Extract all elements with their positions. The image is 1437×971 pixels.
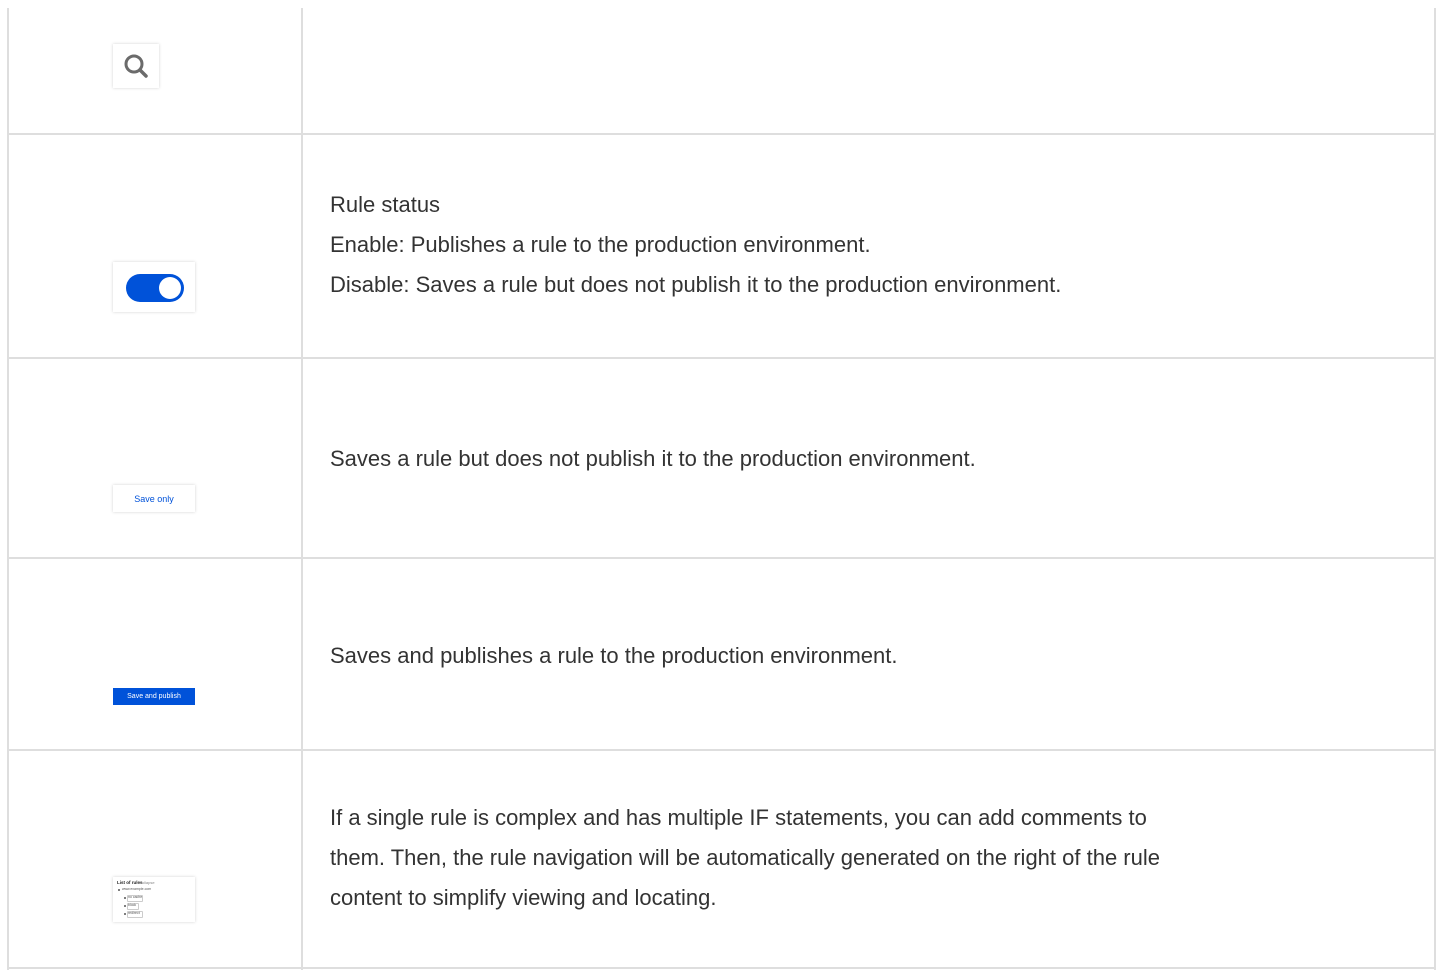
search-icon — [124, 54, 148, 78]
toggle-knob — [159, 277, 181, 299]
rules-list-item[interactable]: www.example.com — [122, 887, 151, 891]
rule-navigation-thumbnail: List of rules Collapse www.example.com n… — [113, 877, 195, 922]
bullet-icon — [124, 913, 126, 915]
description-line: If a single rule is complex and has mult… — [330, 805, 1147, 830]
bullet-icon — [124, 897, 126, 899]
table-column-divider — [301, 8, 303, 970]
table-border-left — [7, 8, 9, 970]
bullet-icon — [124, 905, 126, 907]
description-line: Enable: Publishes a rule to the producti… — [330, 232, 871, 257]
row-divider — [7, 357, 1436, 359]
rule-status-toggle[interactable] — [126, 274, 184, 302]
row-description: Saves a rule but does not publish it to … — [330, 439, 1390, 479]
rules-list-item[interactable]: block — [128, 903, 136, 907]
bullet-icon — [118, 889, 120, 891]
description-line: Saves a rule but does not publish it to … — [330, 446, 976, 471]
description-line: Disable: Saves a rule but does not publi… — [330, 272, 1062, 297]
row-description: Saves and publishes a rule to the produc… — [330, 636, 1390, 676]
rules-list-item[interactable]: no cache — [128, 895, 142, 899]
save-only-button[interactable]: Save only — [113, 485, 195, 512]
description-line: them. Then, the rule navigation will be … — [330, 845, 1160, 870]
rule-status-toggle-preview — [113, 262, 195, 312]
row-description: If a single rule is complex and has mult… — [330, 798, 1390, 918]
rules-list-item[interactable]: redirect — [128, 911, 140, 915]
row-divider — [7, 133, 1436, 135]
row-divider — [7, 967, 1436, 969]
search-button[interactable] — [113, 44, 159, 88]
description-line: Rule status — [330, 192, 441, 217]
description-line: content to simplify viewing and locating… — [330, 885, 717, 910]
table-border-right — [1434, 8, 1436, 970]
save-and-publish-button[interactable]: Save and publish — [113, 688, 195, 705]
description-line: Saves and publishes a rule to the produc… — [330, 643, 898, 668]
row-description: Rule status Enable: Publishes a rule to … — [330, 185, 1390, 305]
rules-list-collapse[interactable]: Collapse — [139, 880, 155, 885]
row-divider — [7, 557, 1436, 559]
row-divider — [7, 749, 1436, 751]
